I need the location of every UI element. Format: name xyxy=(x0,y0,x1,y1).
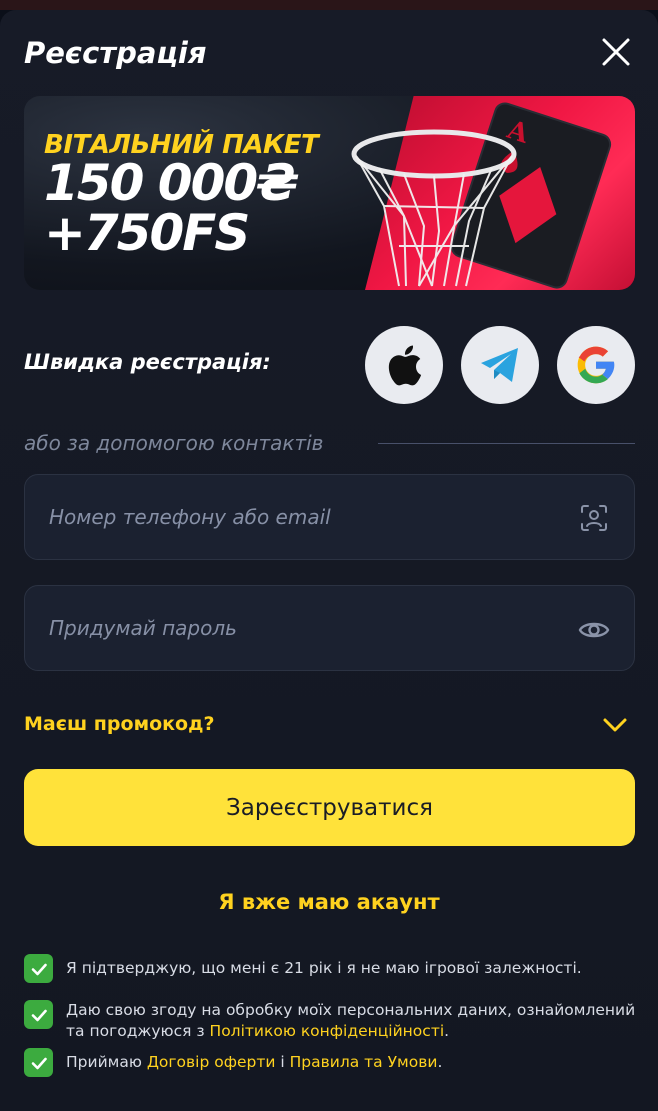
agreement-checkbox-age[interactable] xyxy=(24,954,53,983)
promo-code-toggle[interactable]: Маєш промокод? xyxy=(24,713,214,735)
agreement-text-between: і xyxy=(275,1053,290,1071)
contact-field xyxy=(24,474,635,560)
agreement-privacy: Даю свою згоду на обробку моїх персональ… xyxy=(24,996,636,1042)
agreement-text-age: Я підтверджую, що мені є 21 рік і я не м… xyxy=(66,954,636,979)
agreement-text: Приймаю xyxy=(66,1053,147,1071)
quick-registration-label: Швидка реєстрація: xyxy=(24,350,271,374)
login-link[interactable]: Я вже маю акаунт xyxy=(0,890,658,914)
google-login-button[interactable] xyxy=(557,326,635,404)
agreement-checkbox-privacy[interactable] xyxy=(24,1000,53,1029)
modal-title: Реєстрація xyxy=(24,36,207,70)
eye-icon[interactable] xyxy=(578,614,610,646)
password-input[interactable] xyxy=(25,586,634,670)
divider-text: або за допомогою контактів xyxy=(24,431,324,455)
contact-input[interactable] xyxy=(25,475,634,559)
agreement-text-end: . xyxy=(444,1022,450,1040)
password-field xyxy=(24,585,635,671)
banner-amount: 150 000₴ xyxy=(44,154,299,212)
register-button[interactable]: Зареєструватися xyxy=(24,769,635,846)
apple-login-button[interactable] xyxy=(365,326,443,404)
welcome-banner[interactable]: A ВІТАЛЬНИЙ ПАКЕТ 150 000₴ +750FS xyxy=(24,96,635,290)
chevron-down-icon[interactable] xyxy=(600,712,630,738)
google-icon xyxy=(577,346,615,384)
terms-link[interactable]: Правила та Умови xyxy=(290,1053,438,1071)
privacy-policy-link[interactable]: Політикою конфіденційності xyxy=(210,1022,445,1040)
registration-modal: Реєстрація A ВІТАЛЬНИЙ ПАКЕТ 150 000₴ +7… xyxy=(0,10,658,1111)
contact-scan-icon[interactable] xyxy=(578,502,610,534)
banner-freespins: +750FS xyxy=(44,204,250,262)
agreement-text-end: . xyxy=(437,1053,443,1071)
telegram-login-button[interactable] xyxy=(461,326,539,404)
close-button[interactable] xyxy=(598,34,634,70)
agreement-text-privacy: Даю свою згоду на обробку моїх персональ… xyxy=(66,996,636,1042)
basketball-hoop-and-playing-card-art: A xyxy=(351,102,612,289)
telegram-icon xyxy=(481,348,518,382)
checkmark-icon xyxy=(31,963,47,975)
agreement-terms: Приймаю Договір оферти і Правила та Умов… xyxy=(24,1048,636,1077)
agreement-age: Я підтверджую, що мені є 21 рік і я не м… xyxy=(24,954,636,983)
offer-agreement-link[interactable]: Договір оферти xyxy=(147,1053,276,1071)
agreement-text-terms: Приймаю Договір оферти і Правила та Умов… xyxy=(66,1048,636,1073)
divider-line xyxy=(378,443,635,444)
checkmark-icon xyxy=(31,1009,47,1021)
agreement-checkbox-terms[interactable] xyxy=(24,1048,53,1077)
apple-icon xyxy=(388,345,422,386)
agreement-text: Я підтверджую, що мені є 21 рік і я не м… xyxy=(66,959,582,977)
background-strip xyxy=(0,0,658,10)
checkmark-icon xyxy=(31,1057,47,1069)
close-icon xyxy=(602,38,630,66)
